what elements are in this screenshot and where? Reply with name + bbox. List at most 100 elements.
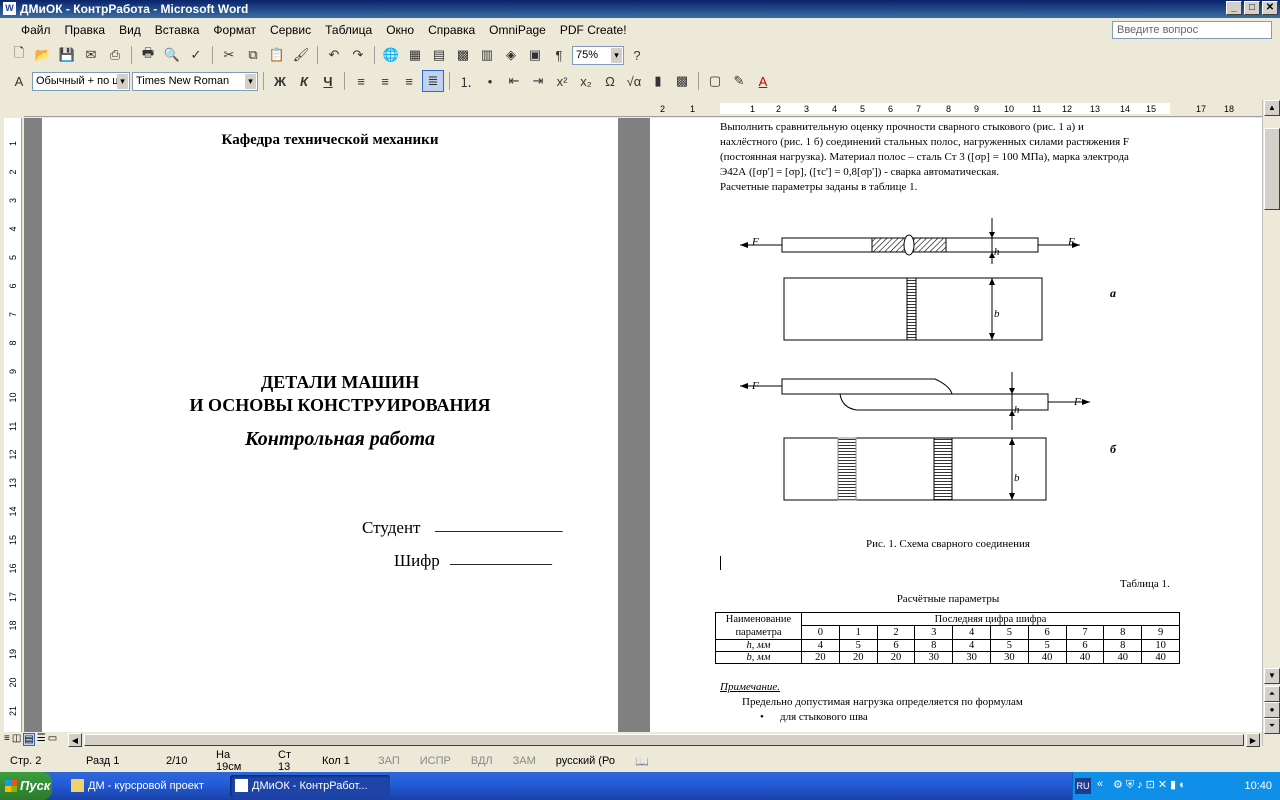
style-combo[interactable]: Обычный + по ц — [32, 71, 130, 91]
normal-view-icon[interactable]: ≡ — [4, 733, 10, 746]
menu-table[interactable]: Таблица — [318, 23, 379, 37]
web-view-icon[interactable]: ◫ — [12, 733, 21, 746]
task-word[interactable]: ДМиОК - КонтрРабот... — [230, 775, 390, 797]
drawing-icon[interactable]: ◈ — [500, 44, 522, 66]
permission-icon[interactable]: ✉ — [80, 44, 102, 66]
task-folder[interactable]: ДМ - курсровой проект — [66, 775, 226, 797]
close-button[interactable]: ✕ — [1262, 1, 1278, 15]
scroll-up-icon[interactable]: ▲ — [1264, 100, 1280, 116]
font-combo[interactable]: Times New Roman — [132, 71, 258, 91]
tray-expand-icon[interactable]: « — [1097, 778, 1103, 790]
print-icon[interactable]: 🖶 — [137, 44, 159, 66]
previous-page-icon[interactable]: ⏶ — [1264, 686, 1280, 702]
spelling-status-icon[interactable]: 📖 — [625, 755, 659, 768]
copy-icon[interactable]: ⧉ — [242, 44, 264, 66]
new-document-icon[interactable]: 🗋 — [8, 44, 30, 66]
numbering-icon[interactable]: ⒈ — [455, 70, 477, 92]
status-overtype[interactable]: ЗАМ — [503, 755, 546, 767]
hscroll-thumb[interactable] — [84, 734, 1244, 746]
print-layout-icon[interactable]: ▤ — [23, 733, 35, 746]
title-bar[interactable]: W ДМиОК - КонтрРабота - Microsoft Word _… — [0, 0, 1280, 18]
cut-icon[interactable]: ✂ — [218, 44, 240, 66]
tables-borders-icon[interactable]: ▦ — [404, 44, 426, 66]
menu-window[interactable]: Окно — [379, 23, 421, 37]
styles-pane-icon[interactable]: A — [8, 70, 30, 92]
superscript-icon[interactable]: x² — [551, 70, 573, 92]
underline-button[interactable]: Ч — [317, 70, 339, 92]
document-map-icon[interactable]: ▣ — [524, 44, 546, 66]
excel-icon[interactable]: ▩ — [671, 70, 693, 92]
menu-help[interactable]: Справка — [421, 23, 482, 37]
minimize-button[interactable]: _ — [1226, 1, 1242, 15]
document-workspace[interactable]: Кафедра технической механики ДЕТАЛИ МАШИ… — [24, 118, 1262, 732]
spelling-icon[interactable]: ✓ — [185, 44, 207, 66]
symbol-button[interactable]: Ω — [599, 70, 621, 92]
menu-pdf-create[interactable]: PDF Create! — [553, 23, 634, 37]
page-title-sheet[interactable]: Кафедра технической механики ДЕТАЛИ МАШИ… — [42, 118, 618, 732]
borders-icon[interactable]: ▢ — [704, 70, 726, 92]
align-center-icon[interactable]: ≡ — [374, 70, 396, 92]
status-extend[interactable]: ВДЛ — [461, 755, 503, 767]
menu-format[interactable]: Формат — [206, 23, 263, 37]
tray-icons[interactable]: ⚙⛨♪⊡✕▮◐ — [1113, 778, 1189, 792]
bullets-icon[interactable]: • — [479, 70, 501, 92]
justify-icon[interactable]: ≣ — [422, 70, 444, 92]
menu-edit[interactable]: Правка — [58, 23, 113, 37]
help-icon[interactable]: ? — [626, 44, 648, 66]
horizontal-scrollbar[interactable]: ≡ ◫ ▤ ☰ ▭ ◀ ▶ — [0, 733, 1262, 747]
page-task[interactable]: Выполнить сравнительную оценку прочности… — [650, 118, 1262, 732]
vertical-scrollbar[interactable]: ▲ ▼ ⏶ ● ⏷ — [1262, 100, 1280, 746]
subscript-icon[interactable]: x₂ — [575, 70, 597, 92]
hyperlink-icon[interactable]: 🌐 — [380, 44, 402, 66]
save-icon[interactable]: 💾 — [56, 44, 78, 66]
scroll-down-icon[interactable]: ▼ — [1264, 668, 1280, 684]
menu-tools[interactable]: Сервис — [263, 23, 318, 37]
value-cell: 6 — [876, 639, 916, 652]
bold-button[interactable]: Ж — [269, 70, 291, 92]
status-track-changes[interactable]: ИСПР — [410, 755, 461, 767]
show-hide-icon[interactable]: ¶ — [548, 44, 570, 66]
menu-view[interactable]: Вид — [112, 23, 148, 37]
undo-icon[interactable]: ↶ — [323, 44, 345, 66]
word-app-icon[interactable]: W — [3, 2, 16, 15]
align-left-icon[interactable]: ≡ — [350, 70, 372, 92]
ask-question-input[interactable]: Введите вопрос — [1112, 21, 1272, 39]
redo-icon[interactable]: ↷ — [347, 44, 369, 66]
font-color-icon[interactable]: A — [752, 70, 774, 92]
chart-icon[interactable]: ▮ — [647, 70, 669, 92]
italic-button[interactable]: К — [293, 70, 315, 92]
research-icon[interactable]: 🔍 — [161, 44, 183, 66]
digit-cell: 8 — [1103, 625, 1143, 640]
menu-omnipage[interactable]: OmniPage — [482, 23, 553, 37]
scroll-left-icon[interactable]: ◀ — [68, 733, 82, 747]
scroll-thumb[interactable] — [1264, 128, 1280, 210]
scroll-right-icon[interactable]: ▶ — [1246, 733, 1260, 747]
decrease-indent-icon[interactable]: ⇤ — [503, 70, 525, 92]
value-cell: 4 — [952, 639, 991, 652]
highlight-icon[interactable]: ✎ — [728, 70, 750, 92]
horizontal-ruler[interactable]: 2 1 1 2 3 4 5 6 7 8 9 10 11 12 13 14 15 17 18 — [24, 100, 1280, 117]
menu-file[interactable]: Файл — [14, 23, 58, 37]
columns-icon[interactable]: ▥ — [476, 44, 498, 66]
status-record[interactable]: ЗАП — [368, 755, 410, 767]
reading-view-icon[interactable]: ▭ — [48, 733, 57, 746]
vertical-ruler[interactable]: 12345678910111213141516171819202122 — [4, 118, 22, 745]
paste-icon[interactable]: 📋 — [266, 44, 288, 66]
outline-view-icon[interactable]: ☰ — [37, 733, 46, 746]
increase-indent-icon[interactable]: ⇥ — [527, 70, 549, 92]
next-page-icon[interactable]: ⏷ — [1264, 718, 1280, 734]
maximize-button[interactable]: □ — [1244, 1, 1260, 15]
browse-object-icon[interactable]: ● — [1264, 702, 1280, 718]
start-button[interactable]: Пуск — [0, 772, 52, 800]
insert-excel-icon[interactable]: ▩ — [452, 44, 474, 66]
open-folder-icon[interactable]: 📂 — [32, 44, 54, 66]
print-preview-icon[interactable]: ⎙ — [104, 44, 126, 66]
equation-icon[interactable]: √α — [623, 70, 645, 92]
format-painter-icon[interactable]: 🖌 — [290, 44, 312, 66]
zoom-combo[interactable]: 75% — [572, 45, 624, 65]
language-indicator[interactable]: RU — [1075, 778, 1091, 794]
menu-insert[interactable]: Вставка — [148, 23, 207, 37]
status-language[interactable]: русский (Ро — [546, 755, 625, 767]
insert-table-icon[interactable]: ▤ — [428, 44, 450, 66]
align-right-icon[interactable]: ≡ — [398, 70, 420, 92]
